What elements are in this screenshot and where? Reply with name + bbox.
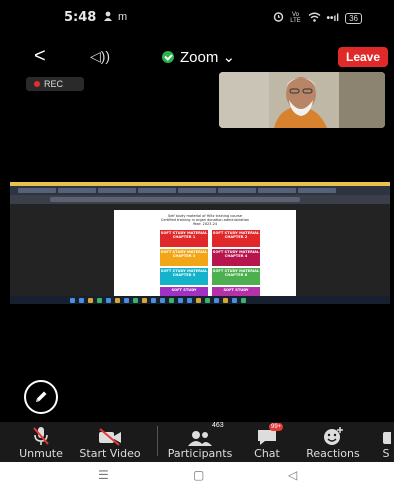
chapter-tile: SOFT STUDY MATERIAL CHAPTER 4 <box>212 249 260 266</box>
android-nav-bar: ☰ ▢ ◁ <box>0 462 394 486</box>
status-left-icons: m <box>103 11 127 24</box>
unmute-label: Unmute <box>19 447 63 460</box>
start-video-button[interactable]: Start Video <box>74 424 146 460</box>
annotate-button[interactable] <box>24 380 58 414</box>
chapter-tile: SOFT STUDY MATERIAL CHAPTER 2 <box>212 230 260 247</box>
shared-document-page: Self study material of Hiltz training co… <box>114 210 296 304</box>
meeting-top-bar: < ◁)) Zoom ⌄ Leave <box>0 40 394 74</box>
status-bar: 5:48 m Vo LTE ••ıl 36 <box>0 0 394 34</box>
mic-muted-icon <box>33 427 49 445</box>
chat-button[interactable]: 99+ Chat <box>249 423 285 460</box>
share-button[interactable]: S <box>378 424 394 460</box>
record-dot-icon <box>34 81 40 87</box>
participants-label: Participants <box>167 447 233 460</box>
status-time: 5:48 <box>64 10 97 25</box>
chapter-tiles: SOFT STUDY MATERIAL CHAPTER 1 SOFT STUDY … <box>160 230 260 304</box>
signal-icon: ••ıl <box>326 12 340 24</box>
participants-count: 463 <box>212 422 224 429</box>
shared-browser-address-bar <box>10 195 390 204</box>
start-video-label: Start Video <box>79 447 141 460</box>
home-icon[interactable]: ▢ <box>193 468 204 482</box>
chat-label: Chat <box>254 447 280 460</box>
reactions-label: Reactions <box>306 447 360 460</box>
meeting-toolbar: Unmute Start Video 463 Participants 99+ … <box>0 422 394 462</box>
shared-browser-tabs <box>10 186 390 195</box>
shared-document-area: Self study material of Hiltz training co… <box>10 204 390 304</box>
person-icon <box>103 11 113 24</box>
wifi-icon <box>308 12 321 25</box>
document-heading-line: Year: 2023-24 <box>192 222 218 226</box>
smiley-add-icon <box>324 427 343 445</box>
volte-indicator: Vo LTE <box>290 12 301 24</box>
status-right-icons: Vo LTE ••ıl 36 <box>273 11 362 25</box>
alarm-icon <box>273 11 284 25</box>
shared-taskbar <box>10 296 390 304</box>
battery-indicator: 36 <box>345 12 362 24</box>
shield-check-icon <box>162 51 174 63</box>
recents-menu-icon[interactable]: ☰ <box>98 468 109 482</box>
share-label: S <box>382 447 390 460</box>
speaker-button[interactable]: ◁)) <box>90 48 110 65</box>
chapter-tile: SOFT STUDY MATERIAL CHAPTER 3 <box>160 249 208 266</box>
document-heading: Self study material of Hiltz training co… <box>114 214 296 226</box>
reactions-button[interactable]: Reactions <box>300 424 366 460</box>
back-button[interactable]: < <box>34 46 46 66</box>
chapter-tile: SOFT STUDY MATERIAL CHAPTER 6 <box>212 268 260 285</box>
meeting-title: Zoom ⌄ <box>180 49 236 66</box>
participants-button[interactable]: 463 Participants <box>164 422 236 460</box>
notification-m-icon: m <box>118 11 128 23</box>
recording-label: REC <box>44 79 64 89</box>
share-icon <box>383 432 391 444</box>
participant-video-image <box>219 72 385 128</box>
chapter-tile: SOFT STUDY MATERIAL CHAPTER 5 <box>160 268 208 285</box>
video-off-icon <box>99 428 121 446</box>
chapter-tile: SOFT STUDY MATERIAL CHAPTER 1 <box>160 230 208 247</box>
shared-screen[interactable]: Self study material of Hiltz training co… <box>10 182 390 304</box>
participant-video-thumbnail[interactable] <box>219 72 385 128</box>
unmute-button[interactable]: Unmute <box>16 424 66 460</box>
back-nav-icon[interactable]: ◁ <box>288 468 297 482</box>
leave-button[interactable]: Leave <box>338 47 388 67</box>
chat-unread-badge: 99+ <box>269 423 284 431</box>
participants-icon <box>188 431 212 446</box>
toolbar-divider <box>157 426 158 456</box>
pencil-icon <box>36 391 47 402</box>
meeting-info-button[interactable]: Zoom ⌄ <box>162 48 235 66</box>
recording-badge: REC <box>26 77 84 91</box>
